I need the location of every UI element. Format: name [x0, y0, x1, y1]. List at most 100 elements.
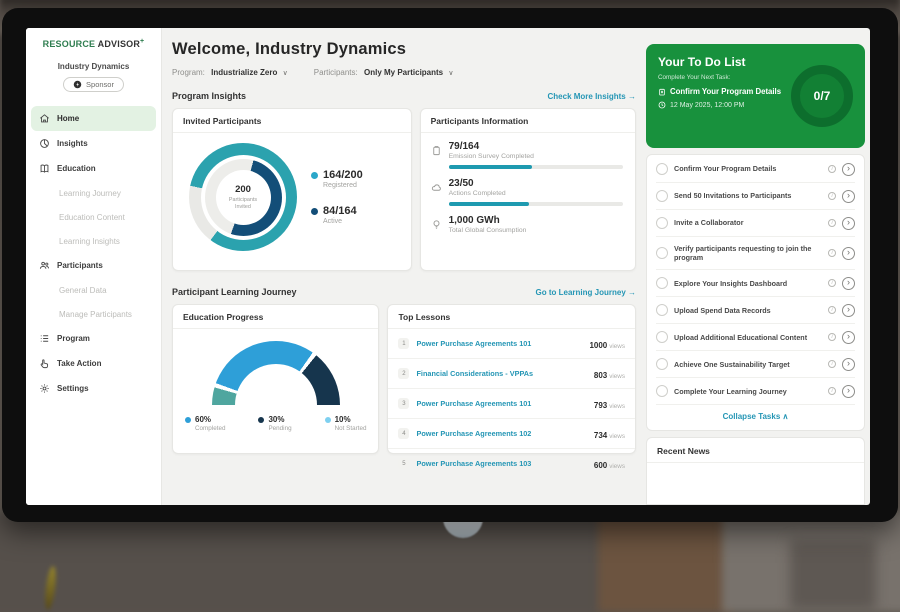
- todo-item[interactable]: Complete Your Learning Journey i ›: [656, 378, 855, 405]
- people-icon: [39, 260, 50, 271]
- participants-information-card: Participants Information 79/164 Emission…: [420, 108, 636, 271]
- hand-icon: [39, 358, 50, 369]
- sidebar-item-settings[interactable]: Settings: [26, 376, 161, 401]
- lesson-link[interactable]: Power Purchase Agreements 102: [416, 429, 586, 438]
- todo-item[interactable]: Explore Your Insights Dashboard i ›: [656, 270, 855, 297]
- chevron-right-icon[interactable]: ›: [842, 331, 855, 344]
- checkbox-circle[interactable]: [656, 190, 668, 202]
- info-icon[interactable]: i: [828, 165, 836, 173]
- go-to-learning-journey-link[interactable]: Go to Learning Journey →: [536, 288, 636, 297]
- info-icon[interactable]: i: [828, 192, 836, 200]
- sidebar-item-label: Learning Journey: [59, 189, 121, 198]
- sidebar-item-education-content[interactable]: Education Content: [26, 205, 161, 229]
- chevron-right-icon[interactable]: ›: [842, 217, 855, 230]
- sidebar-item-manage-participants[interactable]: Manage Participants: [26, 302, 161, 326]
- right-column: Your To Do List Complete Your Next Task:…: [646, 28, 870, 505]
- info-row-actions: 23/50 Actions Completed: [431, 178, 623, 206]
- todo-item[interactable]: Upload Spend Data Records i ›: [656, 297, 855, 324]
- lesson-row: 5 Power Purchase Agreements 103 600views: [388, 449, 635, 478]
- chevron-right-icon[interactable]: ›: [842, 247, 855, 260]
- lesson-link[interactable]: Power Purchase Agreements 101: [416, 399, 586, 408]
- checkbox-circle[interactable]: [656, 217, 668, 229]
- card-title: Invited Participants: [173, 109, 411, 133]
- lesson-row: 1 Power Purchase Agreements 101 1000view…: [388, 329, 635, 359]
- task-icon: [658, 88, 666, 96]
- chevron-right-icon[interactable]: ›: [842, 358, 855, 371]
- todo-item[interactable]: Upload Additional Educational Content i …: [656, 324, 855, 351]
- chevron-right-icon[interactable]: ›: [842, 163, 855, 176]
- lesson-link[interactable]: Financial Considerations - VPPAs: [416, 369, 586, 378]
- gauge-legend-not-started: 10% Not Started: [325, 415, 367, 432]
- program-filter[interactable]: Program: Industrialize Zero ∨: [172, 68, 288, 77]
- legend-dot-teal: [311, 172, 318, 179]
- section-title-program-insights: Program Insights: [172, 91, 246, 101]
- sidebar-item-label: Settings: [57, 384, 89, 393]
- education-gauge-chart: 150 Participants: [212, 341, 340, 405]
- sidebar-item-label: Learning Insights: [59, 237, 120, 246]
- checkbox-circle[interactable]: [656, 277, 668, 289]
- progress-bar: [449, 202, 623, 206]
- sidebar-item-take-action[interactable]: Take Action: [26, 351, 161, 376]
- info-icon[interactable]: i: [828, 387, 836, 395]
- todo-item[interactable]: Achieve One Sustainability Target i ›: [656, 351, 855, 378]
- todo-due-date: 12 May 2025, 12:00 PM: [658, 101, 781, 109]
- gear-icon: [39, 383, 50, 394]
- collapse-tasks-link[interactable]: Collapse Tasks ∧: [656, 405, 855, 429]
- chevron-right-icon[interactable]: ›: [842, 385, 855, 398]
- sidebar-item-label: Education: [57, 164, 96, 173]
- info-row-consumption: 1,000 GWh Total Global Consumption: [431, 215, 623, 234]
- list-icon: [39, 333, 50, 344]
- lesson-row: 4 Power Purchase Agreements 102 734views: [388, 419, 635, 449]
- sidebar-item-program[interactable]: Program: [26, 326, 161, 351]
- legend-dot-dark-navy: [258, 417, 264, 423]
- program-filter-value: Industrialize Zero: [211, 68, 277, 77]
- sponsor-label: Sponsor: [86, 80, 114, 89]
- participants-filter[interactable]: Participants: Only My Participants ∨: [314, 68, 454, 77]
- todo-subtitle: Complete Your Next Task:: [658, 74, 781, 81]
- checkbox-circle[interactable]: [656, 385, 668, 397]
- lesson-link[interactable]: Power Purchase Agreements 103: [416, 459, 586, 468]
- todo-item[interactable]: Invite a Collaborator i ›: [656, 210, 855, 237]
- recent-news-title: Recent News: [647, 438, 864, 463]
- sidebar-item-home[interactable]: Home: [31, 106, 156, 131]
- page-title: Welcome, Industry Dynamics: [172, 40, 636, 59]
- info-icon[interactable]: i: [828, 360, 836, 368]
- sidebar-item-education[interactable]: Education: [26, 156, 161, 181]
- todo-progress-ring: 0/7: [791, 65, 853, 127]
- checkbox-circle[interactable]: [656, 331, 668, 343]
- checkbox-circle[interactable]: [656, 163, 668, 175]
- info-icon[interactable]: i: [828, 219, 836, 227]
- todo-item[interactable]: Confirm Your Program Details i ›: [656, 156, 855, 183]
- participants-filter-label: Participants:: [314, 68, 358, 77]
- todo-summary-card: Your To Do List Complete Your Next Task:…: [646, 44, 865, 148]
- check-more-insights-link[interactable]: Check More Insights →: [548, 92, 636, 101]
- sidebar-item-label: Education Content: [59, 213, 125, 222]
- info-icon[interactable]: i: [828, 279, 836, 287]
- chevron-right-icon[interactable]: ›: [842, 304, 855, 317]
- sidebar-item-insights[interactable]: Insights: [26, 131, 161, 156]
- checkbox-circle[interactable]: [656, 358, 668, 370]
- card-title: Education Progress: [173, 305, 378, 329]
- info-row-emission-survey: 79/164 Emission Survey Completed: [431, 141, 623, 169]
- arrow-right-icon: →: [628, 92, 636, 101]
- chevron-right-icon[interactable]: ›: [842, 277, 855, 290]
- sidebar-item-learning-insights[interactable]: Learning Insights: [26, 229, 161, 253]
- info-icon[interactable]: i: [828, 306, 836, 314]
- sidebar-item-general-data[interactable]: General Data: [26, 278, 161, 302]
- info-icon[interactable]: i: [828, 249, 836, 257]
- info-icon[interactable]: i: [828, 333, 836, 341]
- chevron-right-icon[interactable]: ›: [842, 190, 855, 203]
- background-desk-left: [0, 512, 610, 612]
- todo-item[interactable]: Send 50 Invitations to Participants i ›: [656, 183, 855, 210]
- top-lessons-card: Top Lessons 1 Power Purchase Agreements …: [387, 304, 636, 454]
- checkbox-circle[interactable]: [656, 247, 668, 259]
- todo-item[interactable]: Verify participants requesting to join t…: [656, 237, 855, 270]
- clock-icon: [658, 101, 666, 109]
- sidebar-item-learning-journey[interactable]: Learning Journey: [26, 181, 161, 205]
- lesson-link[interactable]: Power Purchase Agreements 101: [416, 339, 582, 348]
- sidebar-item-participants[interactable]: Participants: [26, 253, 161, 278]
- checkbox-circle[interactable]: [656, 304, 668, 316]
- section-title-learning-journey: Participant Learning Journey: [172, 287, 297, 297]
- sidebar-nav: Home Insights Education Learning Journey…: [26, 106, 161, 401]
- invited-participants-card: Invited Participants 200 Participants In…: [172, 108, 412, 271]
